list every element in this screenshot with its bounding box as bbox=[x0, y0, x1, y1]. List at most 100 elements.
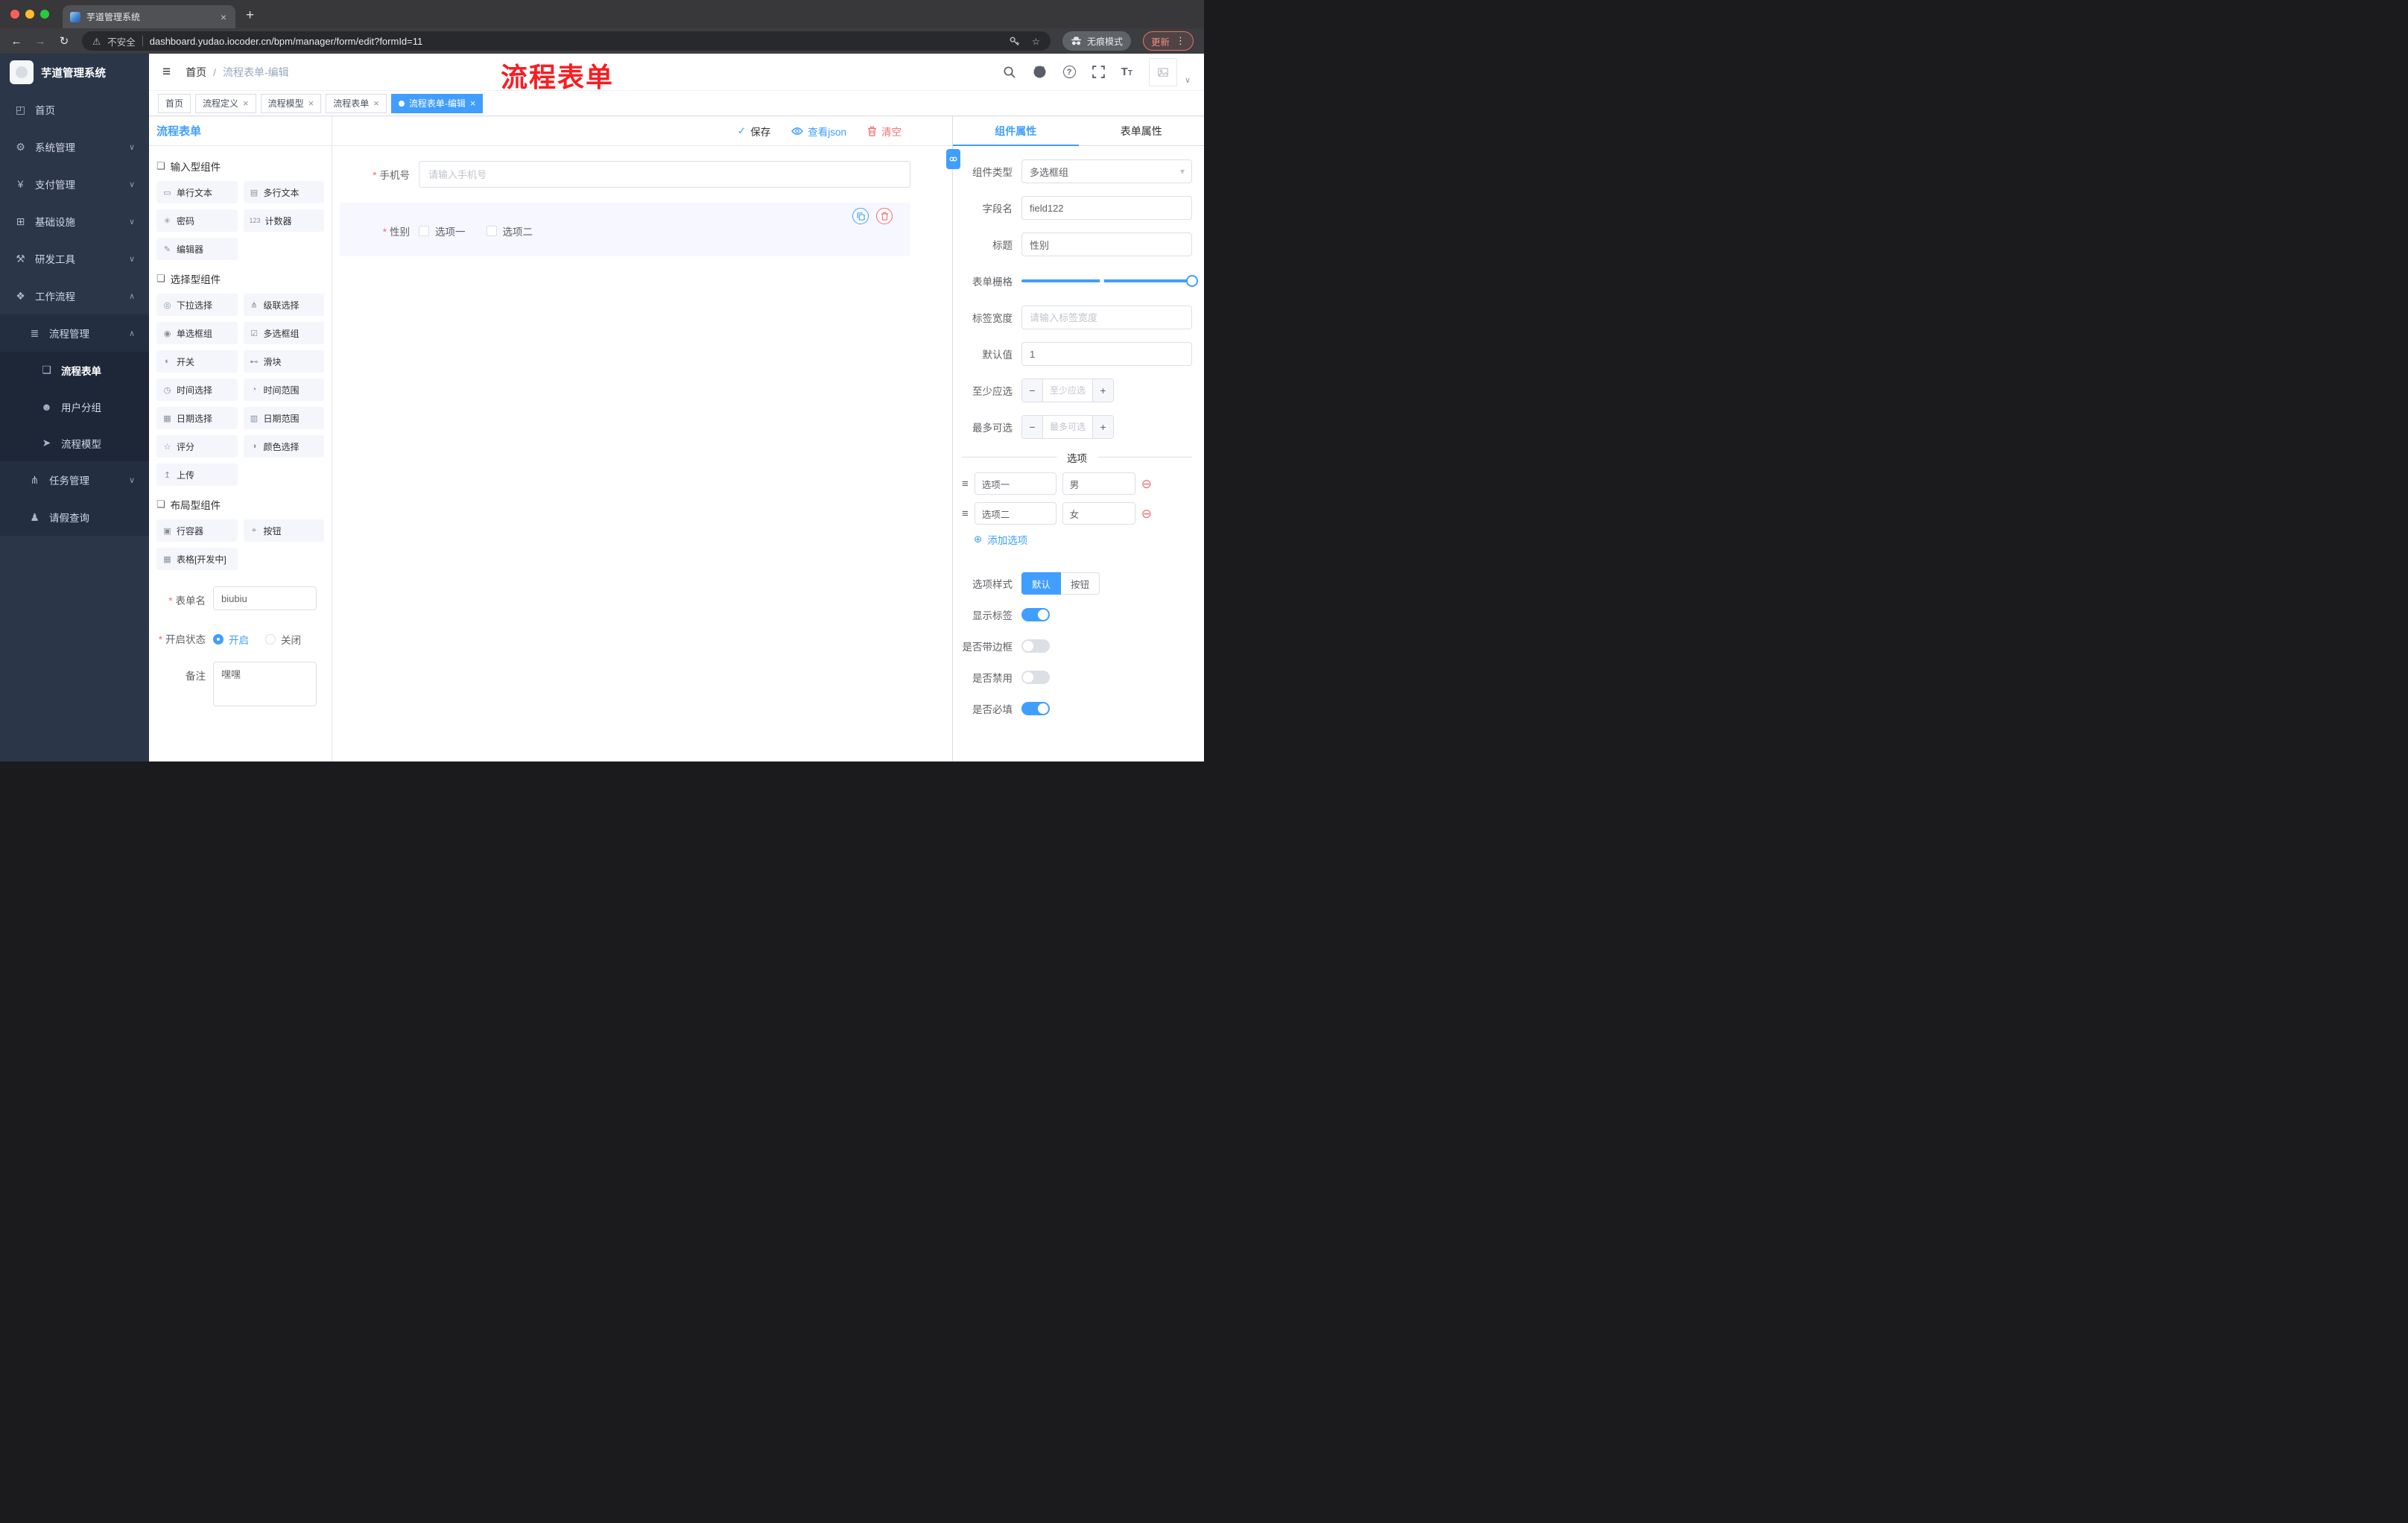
palette-chip-dropdown[interactable]: ◎ 下拉选择 bbox=[156, 294, 238, 316]
palette-chip-counter[interactable]: 123 计数器 bbox=[243, 209, 324, 232]
sidebar-item-process-management[interactable]: ≣ 流程管理 ∧ bbox=[0, 314, 149, 352]
title-input[interactable] bbox=[1021, 232, 1192, 256]
label-width-input[interactable] bbox=[1021, 305, 1192, 329]
default-value-input[interactable] bbox=[1021, 342, 1192, 366]
tag-close-icon[interactable]: × bbox=[470, 98, 476, 108]
status-on-radio[interactable]: 开启 bbox=[213, 632, 249, 647]
palette-chip-radio-group[interactable]: ◉ 单选框组 bbox=[156, 322, 238, 344]
back-icon[interactable]: ← bbox=[10, 35, 22, 48]
style-button-button[interactable]: 按钮 bbox=[1061, 572, 1100, 595]
sidebar-item-infrastructure[interactable]: ⊞ 基础设施 ∨ bbox=[0, 203, 149, 240]
palette-chip-cascader[interactable]: ⋔ 级联选择 bbox=[243, 294, 324, 316]
slider-handle[interactable] bbox=[1186, 275, 1198, 287]
url-text[interactable]: dashboard.yudao.iocoder.cn/bpm/manager/f… bbox=[150, 36, 423, 47]
decrease-button[interactable]: − bbox=[1022, 379, 1043, 402]
palette-chip-slider[interactable]: ⊷ 滑块 bbox=[243, 350, 324, 373]
component-type-select[interactable]: 多选框组 ▾ bbox=[1021, 159, 1192, 183]
increase-button[interactable]: + bbox=[1092, 379, 1113, 402]
security-label[interactable]: 不安全 bbox=[107, 34, 136, 48]
reload-icon[interactable]: ↻ bbox=[58, 34, 70, 48]
palette-chip-single-text[interactable]: ▭ 单行文本 bbox=[156, 181, 238, 203]
option-value-input[interactable] bbox=[1062, 502, 1135, 525]
tab-component-props[interactable]: 组件属性 bbox=[953, 116, 1079, 146]
palette-chip-time-range[interactable]: ◔ 时间范围 bbox=[243, 379, 324, 401]
drag-handle-icon[interactable]: ≡ bbox=[962, 478, 969, 490]
sidebar-item-process-form[interactable]: ❏ 流程表单 bbox=[0, 352, 149, 388]
breadcrumb-home[interactable]: 首页 bbox=[186, 65, 206, 80]
drag-handle-icon[interactable]: ≡ bbox=[962, 507, 969, 520]
search-icon[interactable] bbox=[1003, 66, 1016, 79]
remove-option-icon[interactable]: ⊖ bbox=[1141, 507, 1152, 520]
sidebar-item-home[interactable]: ◰ 首页 bbox=[0, 91, 149, 128]
widget-phone-field[interactable]: 手机号 bbox=[340, 158, 910, 191]
palette-chip-switch[interactable]: ◐ 开关 bbox=[156, 350, 238, 373]
status-off-radio[interactable]: 关闭 bbox=[265, 632, 301, 647]
browser-tab[interactable]: 芋道管理系统 × bbox=[63, 5, 235, 28]
forward-icon[interactable]: → bbox=[34, 35, 46, 48]
palette-chip-password[interactable]: ✳ 密码 bbox=[156, 209, 238, 232]
tab-close-icon[interactable]: × bbox=[219, 11, 228, 23]
palette-chip-time-picker[interactable]: ◷ 时间选择 bbox=[156, 379, 238, 401]
sidebar-toggle-icon[interactable]: ≡ bbox=[162, 64, 171, 80]
palette-chip-multiline-text[interactable]: ▤ 多行文本 bbox=[243, 181, 324, 203]
copy-widget-button[interactable] bbox=[852, 208, 869, 224]
remove-option-icon[interactable]: ⊖ bbox=[1141, 478, 1152, 490]
max-select-input[interactable] bbox=[1043, 416, 1092, 438]
palette-chip-upload[interactable]: ↥ 上传 bbox=[156, 463, 238, 486]
option-name-input[interactable] bbox=[974, 472, 1056, 495]
option-name-input[interactable] bbox=[974, 502, 1056, 525]
zoom-window-button[interactable] bbox=[40, 10, 49, 19]
tag-close-icon[interactable]: × bbox=[373, 98, 379, 108]
min-select-input[interactable] bbox=[1043, 379, 1092, 402]
palette-chip-date-range[interactable]: ▥ 日期范围 bbox=[243, 407, 324, 429]
avatar-caret-icon[interactable]: ∨ bbox=[1185, 75, 1191, 86]
widget-gender-field-selected[interactable]: 性别 选项一 选项二 bbox=[340, 203, 910, 256]
increase-button[interactable]: + bbox=[1092, 416, 1113, 438]
palette-chip-date-picker[interactable]: ▦ 日期选择 bbox=[156, 407, 238, 429]
font-size-icon[interactable]: TT bbox=[1121, 66, 1132, 78]
tab-form-props[interactable]: 表单属性 bbox=[1079, 116, 1205, 145]
palette-chip-color-picker[interactable]: ◑ 颜色选择 bbox=[243, 435, 324, 457]
palette-chip-table[interactable]: ▦ 表格[开发中] bbox=[156, 548, 238, 570]
link-icon[interactable] bbox=[946, 149, 960, 169]
disabled-toggle[interactable] bbox=[1021, 671, 1050, 684]
gender-option2-checkbox[interactable]: 选项二 bbox=[486, 224, 533, 238]
tag-close-icon[interactable]: × bbox=[243, 98, 249, 108]
tag-close-icon[interactable]: × bbox=[308, 98, 314, 108]
sidebar-item-system[interactable]: ⚙ 系统管理 ∨ bbox=[0, 128, 149, 165]
address-bar[interactable]: ⚠ 不安全 dashboard.yudao.iocoder.cn/bpm/man… bbox=[82, 31, 1051, 51]
palette-chip-editor[interactable]: ✎ 编辑器 bbox=[156, 238, 238, 260]
palette-chip-rate[interactable]: ☆ 评分 bbox=[156, 435, 238, 457]
sidebar-item-leave-query[interactable]: ♟ 请假查询 bbox=[0, 498, 149, 536]
form-grid-slider[interactable] bbox=[1021, 275, 1198, 287]
clear-button[interactable]: 清空 bbox=[867, 124, 902, 139]
decrease-button[interactable]: − bbox=[1022, 416, 1043, 438]
minimize-window-button[interactable] bbox=[25, 10, 34, 19]
form-name-input[interactable] bbox=[213, 586, 317, 610]
browser-update-button[interactable]: 更新 ⋮ bbox=[1142, 31, 1194, 51]
phone-input[interactable] bbox=[419, 161, 910, 188]
palette-chip-row-container[interactable]: ▣ 行容器 bbox=[156, 519, 238, 542]
new-tab-button[interactable]: + bbox=[246, 7, 254, 24]
help-icon[interactable]: ? bbox=[1062, 66, 1076, 78]
tag-process-model[interactable]: 流程模型 × bbox=[260, 93, 322, 113]
option-value-input[interactable] bbox=[1062, 472, 1135, 495]
save-button[interactable]: ✓ 保存 bbox=[738, 124, 770, 139]
password-key-icon[interactable] bbox=[1009, 36, 1020, 47]
bookmark-star-icon[interactable]: ☆ bbox=[1032, 36, 1040, 47]
sidebar-item-workflow[interactable]: ❖ 工作流程 ∧ bbox=[0, 277, 149, 314]
github-icon[interactable] bbox=[1033, 65, 1047, 79]
form-remark-textarea[interactable]: 嘿嘿 bbox=[213, 662, 317, 706]
view-json-button[interactable]: 查看json bbox=[791, 124, 846, 139]
sidebar-item-user-groups[interactable]: ☻ 用户分组 bbox=[0, 388, 149, 425]
tag-process-form-edit[interactable]: 流程表单-编辑 × bbox=[390, 93, 484, 113]
field-name-input[interactable] bbox=[1021, 196, 1192, 220]
tag-process-definition[interactable]: 流程定义 × bbox=[195, 93, 256, 113]
palette-chip-checkbox-group[interactable]: ☑ 多选框组 bbox=[243, 322, 324, 344]
fullscreen-icon[interactable] bbox=[1091, 66, 1105, 78]
tag-process-form[interactable]: 流程表单 × bbox=[326, 93, 387, 113]
show-label-toggle[interactable] bbox=[1021, 608, 1050, 621]
avatar[interactable] bbox=[1148, 57, 1177, 86]
style-default-button[interactable]: 默认 bbox=[1021, 572, 1062, 595]
tag-home[interactable]: 首页 bbox=[158, 93, 191, 113]
